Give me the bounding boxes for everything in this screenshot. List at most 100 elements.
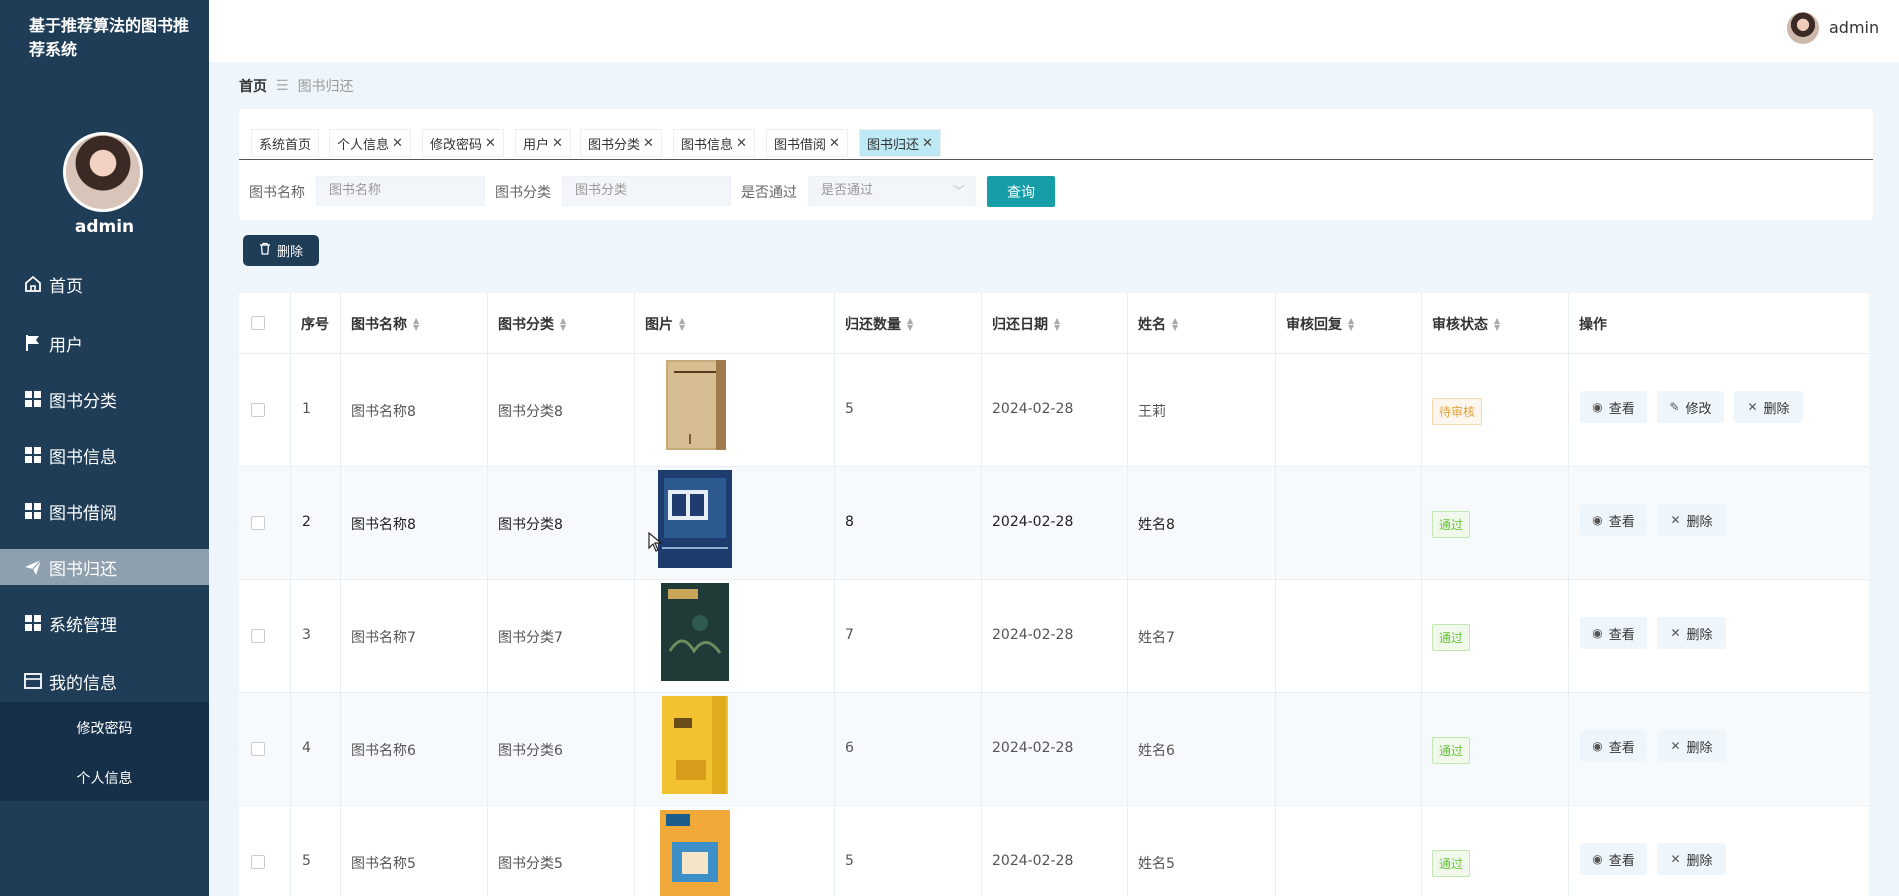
column-header-book-name[interactable]: 图书名称 ▲ ▼: [351, 294, 419, 354]
sidebar-item-label: 图书归还: [49, 559, 117, 580]
sidebar-item-book-category[interactable]: 图书分类: [0, 381, 209, 417]
trash-icon: [259, 242, 271, 259]
tab-label: 图书分类: [588, 137, 641, 153]
breadcrumb: 首页 ☰ 图书归还: [239, 76, 354, 96]
row-checkbox[interactable]: [251, 629, 265, 643]
book-cover-image[interactable]: [660, 694, 732, 794]
table-divider: [239, 692, 1869, 693]
column-header-quantity[interactable]: 归还数量 ▲ ▼: [845, 294, 913, 354]
sort-icon[interactable]: ▲ ▼: [413, 317, 419, 332]
column-header-book-category[interactable]: 图书分类 ▲ ▼: [498, 294, 566, 354]
row-checkbox[interactable]: [251, 516, 265, 530]
passed-select[interactable]: 是否通过 ﹀: [808, 176, 976, 206]
breadcrumb-separator-icon: ☰: [276, 78, 289, 94]
tab-book-info[interactable]: 图书信息 ✕: [673, 129, 755, 157]
view-button[interactable]: ◉ 查看: [1580, 843, 1647, 875]
column-header-reply[interactable]: 审核回复 ▲ ▼: [1286, 294, 1354, 354]
row-checkbox[interactable]: [251, 855, 265, 869]
sort-icon[interactable]: ▲ ▼: [560, 317, 566, 332]
book-cover-image[interactable]: [660, 581, 732, 681]
submenu-item-change-password[interactable]: 修改密码: [0, 718, 209, 738]
sidebar-item-label: 系统管理: [49, 615, 117, 636]
table-divider: [239, 805, 1869, 806]
cell-book-name: 图书名称7: [351, 630, 416, 646]
tab-home[interactable]: 系统首页: [251, 129, 320, 157]
book-category-input[interactable]: 图书分类: [562, 176, 731, 206]
tab-users[interactable]: 用户 ✕: [515, 129, 571, 157]
grid-icon: [23, 613, 43, 633]
view-button[interactable]: ◉ 查看: [1580, 730, 1647, 762]
row-checkbox[interactable]: [251, 742, 265, 756]
cell-book-category: 图书分类8: [498, 517, 563, 533]
delete-button[interactable]: ✕ 删除: [1657, 504, 1726, 536]
sort-icon[interactable]: ▲ ▼: [1054, 317, 1060, 332]
delete-button[interactable]: ✕ 删除: [1657, 730, 1726, 762]
sidebar-item-label: 我的信息: [49, 673, 117, 694]
tab-change-password[interactable]: 修改密码 ✕: [422, 129, 504, 157]
cell-person: 姓名5: [1138, 856, 1175, 872]
sort-icon[interactable]: ▲ ▼: [1348, 317, 1354, 332]
header-avatar[interactable]: [1787, 12, 1819, 44]
close-icon[interactable]: ✕: [922, 136, 933, 151]
sidebar-avatar[interactable]: [63, 132, 143, 212]
book-cover-image[interactable]: [658, 468, 732, 568]
cell-book-category: 图书分类8: [498, 404, 563, 420]
sidebar-item-home[interactable]: 首页: [0, 266, 209, 302]
view-button[interactable]: ◉ 查看: [1580, 504, 1647, 536]
close-icon[interactable]: ✕: [736, 136, 747, 151]
sort-icon[interactable]: ▲ ▼: [907, 317, 913, 332]
submenu-item-personal-info[interactable]: 个人信息: [0, 768, 209, 788]
tab-book-category[interactable]: 图书分类 ✕: [580, 129, 662, 157]
breadcrumb-home[interactable]: 首页: [239, 76, 267, 96]
cell-date: 2024-02-28: [992, 401, 1074, 417]
sort-icon[interactable]: ▲ ▼: [1172, 317, 1178, 332]
sidebar-item-book-return[interactable]: 图书归还: [0, 549, 209, 585]
delete-button[interactable]: ✕ 删除: [1657, 843, 1726, 875]
close-icon[interactable]: ✕: [829, 136, 840, 151]
column-header-actions: 操作: [1579, 317, 1607, 333]
query-button[interactable]: 查询: [987, 176, 1055, 207]
book-cover-image[interactable]: [660, 358, 732, 458]
chevron-down-icon: ﹀: [952, 184, 965, 198]
cell-book-category: 图书分类5: [498, 856, 563, 872]
cell-quantity: 5: [845, 401, 854, 417]
header-username[interactable]: admin: [1829, 18, 1879, 37]
book-name-input[interactable]: 图书名称: [316, 176, 485, 206]
view-button[interactable]: ◉ 查看: [1580, 617, 1647, 649]
column-header-status[interactable]: 审核状态 ▲ ▼: [1432, 294, 1500, 354]
edit-icon: ✎: [1669, 400, 1680, 414]
close-icon: ✕: [1670, 513, 1681, 527]
column-header-image[interactable]: 图片 ▲ ▼: [645, 294, 685, 354]
send-icon: [23, 557, 43, 577]
sidebar-item-users[interactable]: 用户: [0, 325, 209, 361]
edit-button[interactable]: ✎ 修改: [1657, 391, 1724, 423]
view-button[interactable]: ◉ 查看: [1580, 391, 1647, 423]
sidebar-item-label: 用户: [49, 335, 83, 356]
book-cover-image[interactable]: [658, 808, 730, 896]
tab-label: 图书归还: [867, 137, 920, 153]
delete-button[interactable]: ✕ 删除: [1734, 391, 1803, 423]
close-icon[interactable]: ✕: [552, 136, 563, 151]
column-header-date[interactable]: 归还日期 ▲ ▼: [992, 294, 1060, 354]
sort-icon[interactable]: ▲ ▼: [1494, 317, 1500, 332]
close-icon[interactable]: ✕: [392, 136, 403, 151]
sidebar-item-my-info[interactable]: 我的信息: [0, 663, 209, 699]
mouse-cursor-icon: [648, 531, 663, 556]
tab-personal-info[interactable]: 个人信息 ✕: [329, 129, 411, 157]
sidebar-item-system[interactable]: 系统管理: [0, 605, 209, 641]
close-icon[interactable]: ✕: [643, 136, 654, 151]
sort-icon[interactable]: ▲ ▼: [679, 317, 685, 332]
tab-book-return[interactable]: 图书归还 ✕: [859, 129, 941, 157]
tab-label: 图书借阅: [774, 137, 827, 153]
cell-book-name: 图书名称6: [351, 743, 416, 759]
row-checkbox[interactable]: [251, 403, 265, 417]
column-header-person[interactable]: 姓名 ▲ ▼: [1138, 294, 1178, 354]
sidebar-item-book-info[interactable]: 图书信息: [0, 437, 209, 473]
sidebar-item-book-borrow[interactable]: 图书借阅: [0, 493, 209, 529]
tab-book-borrow[interactable]: 图书借阅 ✕: [766, 129, 848, 157]
close-icon[interactable]: ✕: [485, 136, 496, 151]
delete-button[interactable]: ✕ 删除: [1657, 617, 1726, 649]
select-all-checkbox[interactable]: [251, 316, 265, 330]
passed-select-placeholder: 是否通过: [821, 183, 874, 198]
batch-delete-button[interactable]: 删除: [243, 235, 319, 266]
